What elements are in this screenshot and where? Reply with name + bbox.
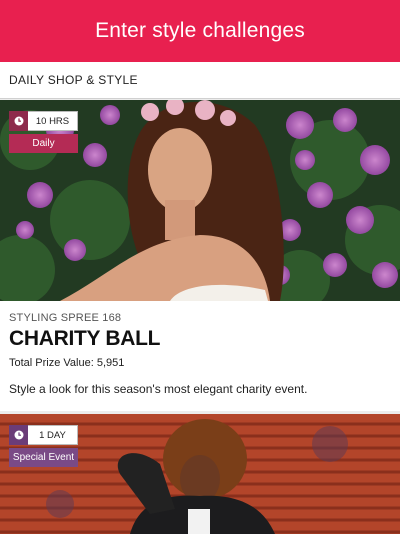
challenge-subtitle: STYLING SPREE 168	[9, 312, 122, 324]
timer-badge: 10 HRS	[9, 111, 78, 131]
clock-icon	[9, 425, 28, 445]
timer-value: 10 HRS	[28, 111, 78, 131]
clock-icon	[9, 111, 28, 131]
prize-value: Total Prize Value: 5,951	[9, 357, 125, 369]
section-header: DAILY SHOP & STYLE	[0, 62, 400, 99]
challenge-card[interactable]: 10 HRS Daily STYLING SPREE 168 CHARITY B…	[0, 100, 400, 411]
header-title: Enter style challenges	[95, 19, 305, 42]
category-tag: Special Event	[9, 448, 78, 467]
challenge-title: CHARITY BALL	[9, 327, 161, 350]
app-header: Enter style challenges	[0, 0, 400, 62]
timer-badge: 1 DAY	[9, 425, 78, 445]
category-tag: Daily	[9, 134, 78, 153]
timer-value: 1 DAY	[28, 425, 78, 445]
challenge-description: Style a look for this season's most eleg…	[9, 382, 308, 396]
badge-group: 1 DAY Special Event	[9, 425, 78, 467]
challenge-card[interactable]: 1 DAY Special Event	[0, 414, 400, 534]
section-title: DAILY SHOP & STYLE	[9, 73, 138, 87]
badge-group: 10 HRS Daily	[9, 111, 78, 153]
